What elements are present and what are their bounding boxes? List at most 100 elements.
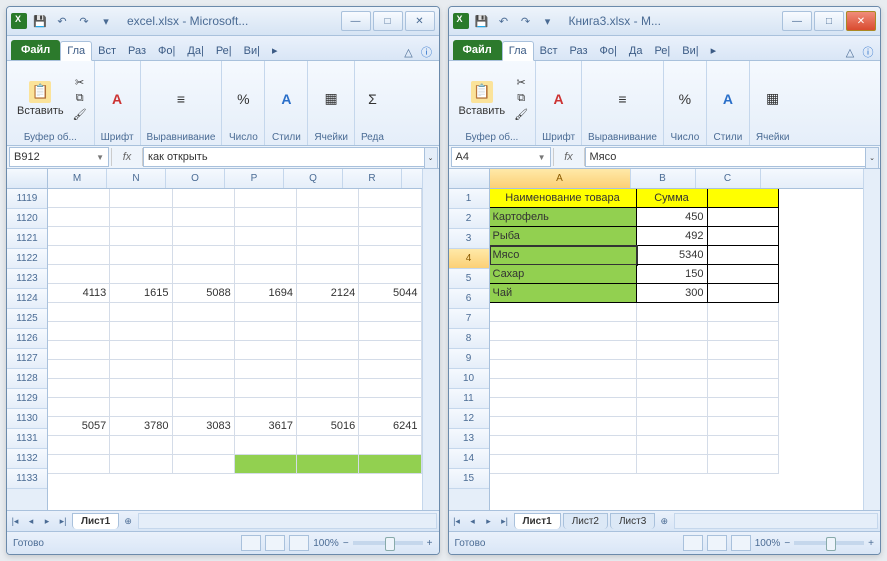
cell[interactable] bbox=[708, 360, 779, 379]
cell[interactable] bbox=[708, 303, 779, 322]
cell[interactable] bbox=[297, 189, 359, 208]
cell[interactable] bbox=[235, 303, 297, 322]
row-header[interactable]: 1125 bbox=[7, 309, 47, 329]
cell[interactable] bbox=[297, 227, 359, 246]
tab-insert[interactable]: Вст bbox=[534, 42, 564, 60]
cell[interactable]: 5016 bbox=[297, 417, 359, 436]
cell[interactable] bbox=[235, 360, 297, 379]
cell[interactable] bbox=[359, 208, 421, 227]
cells-button[interactable]: ▦ bbox=[316, 86, 346, 112]
cell[interactable] bbox=[359, 303, 421, 322]
close-button[interactable]: ✕ bbox=[405, 11, 435, 31]
row-header[interactable]: 1121 bbox=[7, 229, 47, 249]
cell[interactable] bbox=[490, 455, 637, 474]
row-header[interactable]: 1122 bbox=[7, 249, 47, 269]
cut-icon[interactable]: ✂ bbox=[513, 76, 529, 90]
cell[interactable] bbox=[359, 398, 421, 417]
new-sheet-button[interactable]: ⊕ bbox=[656, 513, 672, 529]
prev-sheet-button[interactable]: ◂ bbox=[465, 513, 481, 529]
cell[interactable] bbox=[637, 303, 708, 322]
cell[interactable] bbox=[297, 341, 359, 360]
cell[interactable] bbox=[235, 265, 297, 284]
cell[interactable] bbox=[110, 436, 172, 455]
cell[interactable] bbox=[297, 436, 359, 455]
cell[interactable] bbox=[359, 379, 421, 398]
tab-home[interactable]: Гла bbox=[60, 41, 92, 61]
cell[interactable] bbox=[297, 360, 359, 379]
cell[interactable] bbox=[235, 208, 297, 227]
help-icon[interactable]: ⓘ bbox=[419, 44, 435, 60]
cell[interactable] bbox=[359, 265, 421, 284]
cell[interactable] bbox=[490, 398, 637, 417]
font-button[interactable]: A bbox=[102, 86, 132, 112]
tab-more[interactable]: ▸ bbox=[266, 41, 284, 60]
cell[interactable] bbox=[110, 265, 172, 284]
cell[interactable] bbox=[297, 303, 359, 322]
cell[interactable] bbox=[490, 436, 637, 455]
cell[interactable] bbox=[110, 189, 172, 208]
tab-insert[interactable]: Вст bbox=[92, 42, 122, 60]
cell[interactable] bbox=[359, 341, 421, 360]
cell[interactable] bbox=[708, 322, 779, 341]
next-sheet-button[interactable]: ▸ bbox=[481, 513, 497, 529]
cell[interactable]: 5057 bbox=[48, 417, 110, 436]
cell[interactable]: 5340 bbox=[637, 246, 708, 265]
cell[interactable] bbox=[173, 189, 235, 208]
row-header[interactable]: 4 bbox=[449, 249, 489, 269]
tab-formulas[interactable]: Фо| bbox=[152, 42, 181, 60]
first-sheet-button[interactable]: |◂ bbox=[449, 513, 465, 529]
cell[interactable]: 300 bbox=[637, 284, 708, 303]
column-header[interactable]: N bbox=[107, 169, 166, 188]
cell[interactable] bbox=[297, 398, 359, 417]
row-header[interactable]: 2 bbox=[449, 209, 489, 229]
cell[interactable] bbox=[490, 417, 637, 436]
cell[interactable]: 3083 bbox=[173, 417, 235, 436]
column-header[interactable]: P bbox=[225, 169, 284, 188]
new-sheet-button[interactable]: ⊕ bbox=[120, 513, 136, 529]
cell[interactable] bbox=[48, 436, 110, 455]
close-button[interactable]: ✕ bbox=[846, 11, 876, 31]
paste-button[interactable]: 📋 Вставить bbox=[13, 79, 68, 119]
cell[interactable] bbox=[637, 436, 708, 455]
sheet-tab[interactable]: Лист2 bbox=[563, 513, 608, 529]
cell[interactable] bbox=[48, 398, 110, 417]
cell[interactable] bbox=[235, 436, 297, 455]
select-all-corner[interactable] bbox=[449, 169, 489, 189]
cell[interactable]: 2124 bbox=[297, 284, 359, 303]
column-header[interactable]: O bbox=[166, 169, 225, 188]
styles-button[interactable]: A bbox=[271, 86, 301, 112]
paste-button[interactable]: 📋 Вставить bbox=[455, 79, 510, 119]
cell[interactable] bbox=[235, 398, 297, 417]
cell[interactable]: 5044 bbox=[359, 284, 421, 303]
vertical-scrollbar[interactable] bbox=[863, 169, 880, 510]
cell[interactable]: 450 bbox=[637, 208, 708, 227]
cells-button[interactable]: ▦ bbox=[758, 86, 788, 112]
row-header[interactable]: 15 bbox=[449, 469, 489, 489]
cell[interactable] bbox=[637, 455, 708, 474]
minimize-button[interactable]: — bbox=[341, 11, 371, 31]
cell[interactable] bbox=[708, 455, 779, 474]
minimize-ribbon-icon[interactable]: △ bbox=[401, 44, 417, 60]
cell[interactable] bbox=[490, 303, 637, 322]
tab-file[interactable]: Файл bbox=[11, 40, 60, 60]
row-header[interactable]: 1124 bbox=[7, 289, 47, 309]
zoom-out-button[interactable]: − bbox=[343, 538, 349, 549]
cell[interactable] bbox=[235, 246, 297, 265]
save-icon[interactable]: 💾 bbox=[31, 12, 49, 30]
cell[interactable] bbox=[173, 360, 235, 379]
qat-more-icon[interactable]: ▾ bbox=[539, 12, 557, 30]
row-header[interactable]: 7 bbox=[449, 309, 489, 329]
minimize-ribbon-icon[interactable]: △ bbox=[842, 44, 858, 60]
cell[interactable]: 492 bbox=[637, 227, 708, 246]
fx-label[interactable]: fx bbox=[553, 148, 585, 166]
tab-layout[interactable]: Раз bbox=[564, 42, 594, 60]
cell[interactable] bbox=[48, 322, 110, 341]
fx-label[interactable]: fx bbox=[111, 148, 143, 166]
help-icon[interactable]: ⓘ bbox=[860, 44, 876, 60]
cell[interactable] bbox=[235, 322, 297, 341]
cell[interactable] bbox=[708, 246, 779, 265]
expand-formula-icon[interactable]: ⌄ bbox=[865, 147, 879, 169]
number-button[interactable]: % bbox=[228, 86, 258, 112]
cell[interactable] bbox=[173, 436, 235, 455]
zoom-slider[interactable] bbox=[794, 541, 864, 545]
